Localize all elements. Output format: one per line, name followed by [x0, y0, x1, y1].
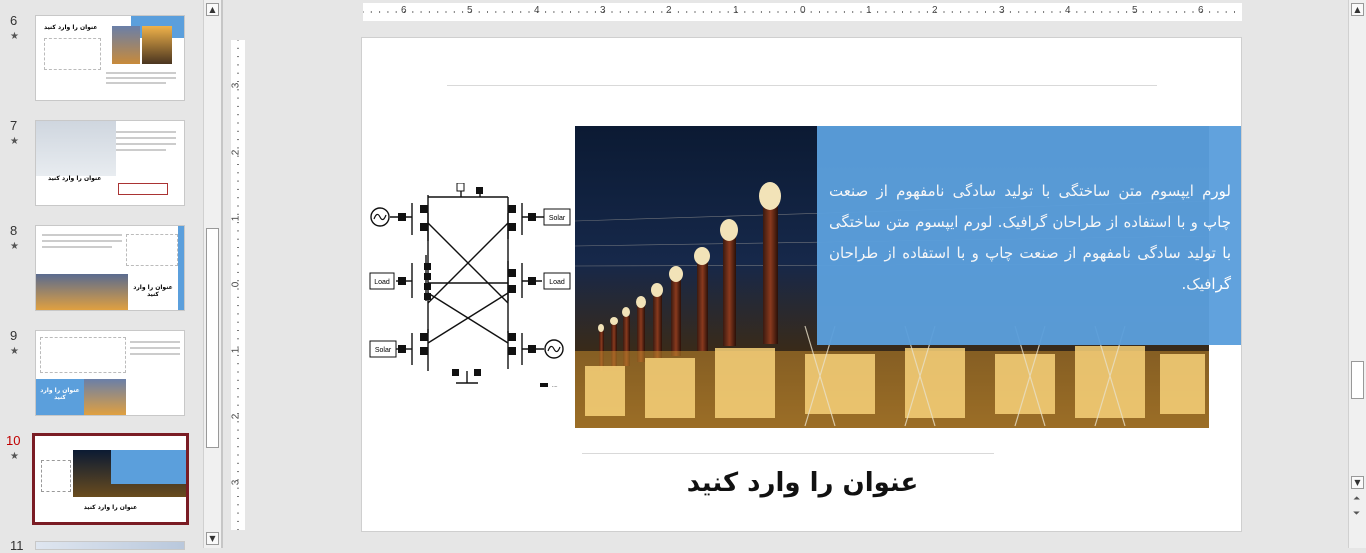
- ruler-label: 6: [1198, 5, 1204, 16]
- divider-line: [582, 453, 994, 454]
- ruler-label: 2: [666, 5, 672, 16]
- ruler-label: 1: [230, 215, 242, 222]
- thumb-title: عنوان را وارد کنید: [40, 387, 80, 401]
- scroll-thumb[interactable]: [206, 228, 219, 448]
- previous-slide-icon[interactable]: ⏶: [1353, 494, 1360, 504]
- ruler-label: 5: [1132, 5, 1138, 16]
- body-text-box[interactable]: لورم ایپسوم متن ساختگی با تولید سادگی نا…: [817, 126, 1241, 345]
- thumb-title: عنوان را وارد کنید: [48, 175, 102, 182]
- slide-thumbnail-9[interactable]: عنوان را وارد کنید: [35, 330, 185, 416]
- scroll-thumb[interactable]: [1351, 361, 1364, 399]
- diagram-label-solar: Solar: [375, 347, 392, 354]
- divider-line: [447, 85, 1157, 86]
- slide-canvas[interactable]: Solar Load Load Solar .... لورم ایپسوم م…: [361, 37, 1242, 532]
- ruler-label: 2: [932, 5, 938, 16]
- ruler-label: 6: [401, 5, 407, 16]
- scroll-up-arrow-icon[interactable]: ▲: [206, 3, 219, 16]
- thumb-title: عنوان را وارد کنید: [133, 284, 173, 298]
- diagram-label-load: Load: [549, 279, 565, 286]
- ruler-label: 2: [230, 149, 242, 156]
- diagram-label-solar: Solar: [549, 215, 566, 222]
- slide-thumbnail-6[interactable]: عنوان را وارد کنید: [35, 15, 185, 101]
- ruler-label: 0: [230, 281, 242, 288]
- slide-thumbnail-11[interactable]: [35, 541, 185, 550]
- ruler-label: 1: [866, 5, 872, 16]
- slides-thumbnail-pane: 6 ★ عنوان را وارد کنید 7 ★ عنوان را وارد…: [0, 0, 203, 553]
- slide-number: 7: [10, 118, 18, 133]
- ruler-label: 2: [230, 413, 242, 420]
- slide-number: 9: [10, 328, 18, 343]
- next-slide-icon[interactable]: ⏷: [1353, 509, 1360, 519]
- slide-scrollbar[interactable]: ▲ ▼ ⏶ ⏷: [1348, 0, 1366, 548]
- ruler-label: 3: [999, 5, 1005, 16]
- diagram-label-load: Load: [374, 279, 390, 286]
- slide-number: 6: [10, 13, 18, 28]
- ruler-label: 3: [230, 82, 242, 89]
- vertical-ruler: 3 2 1 0 1 2 3: [230, 40, 245, 530]
- transition-star-icon: ★: [10, 346, 19, 357]
- ruler-label: 3: [230, 479, 242, 486]
- transition-star-icon: ★: [10, 241, 19, 252]
- slide-number: 8: [10, 223, 18, 238]
- pane-splitter[interactable]: [221, 0, 223, 548]
- slide-title[interactable]: عنوان را وارد کنید: [362, 468, 1241, 498]
- transition-star-icon: ★: [10, 451, 19, 462]
- slide-number: 11: [10, 538, 24, 553]
- ruler-label: 1: [733, 5, 739, 16]
- horizontal-ruler: 6 5 4 3 2 1 0 1 2 3 4 5 6: [363, 3, 1242, 21]
- body-text: لورم ایپسوم متن ساختگی با تولید سادگی نا…: [829, 182, 1231, 293]
- ruler-label: 4: [1065, 5, 1071, 16]
- transition-star-icon: ★: [10, 31, 19, 42]
- scroll-down-arrow-icon[interactable]: ▼: [206, 532, 219, 545]
- power-network-diagram: Solar Load Load Solar ....: [369, 183, 571, 389]
- ruler-label: 5: [467, 5, 473, 16]
- scroll-up-arrow-icon[interactable]: ▲: [1351, 3, 1364, 16]
- scroll-down-arrow-icon[interactable]: ▼: [1351, 476, 1364, 489]
- transition-star-icon: ★: [10, 136, 19, 147]
- slide-thumbnail-10-selected[interactable]: عنوان را وارد کنید: [32, 433, 189, 525]
- thumbnail-scrollbar[interactable]: ▲ ▼: [203, 0, 222, 548]
- ruler-label: 0: [800, 5, 806, 16]
- slide-thumbnail-7[interactable]: عنوان را وارد کنید: [35, 120, 185, 206]
- ruler-label: 1: [230, 347, 242, 354]
- thumb-title: عنوان را وارد کنید: [44, 24, 98, 31]
- thumb-title: عنوان را وارد کنید: [83, 504, 138, 511]
- slide-number: 10: [6, 433, 21, 448]
- ruler-label: 4: [534, 5, 540, 16]
- ruler-label: 3: [600, 5, 606, 16]
- diagram-legend: ....: [552, 383, 558, 389]
- slide-thumbnail-8[interactable]: عنوان را وارد کنید: [35, 225, 185, 311]
